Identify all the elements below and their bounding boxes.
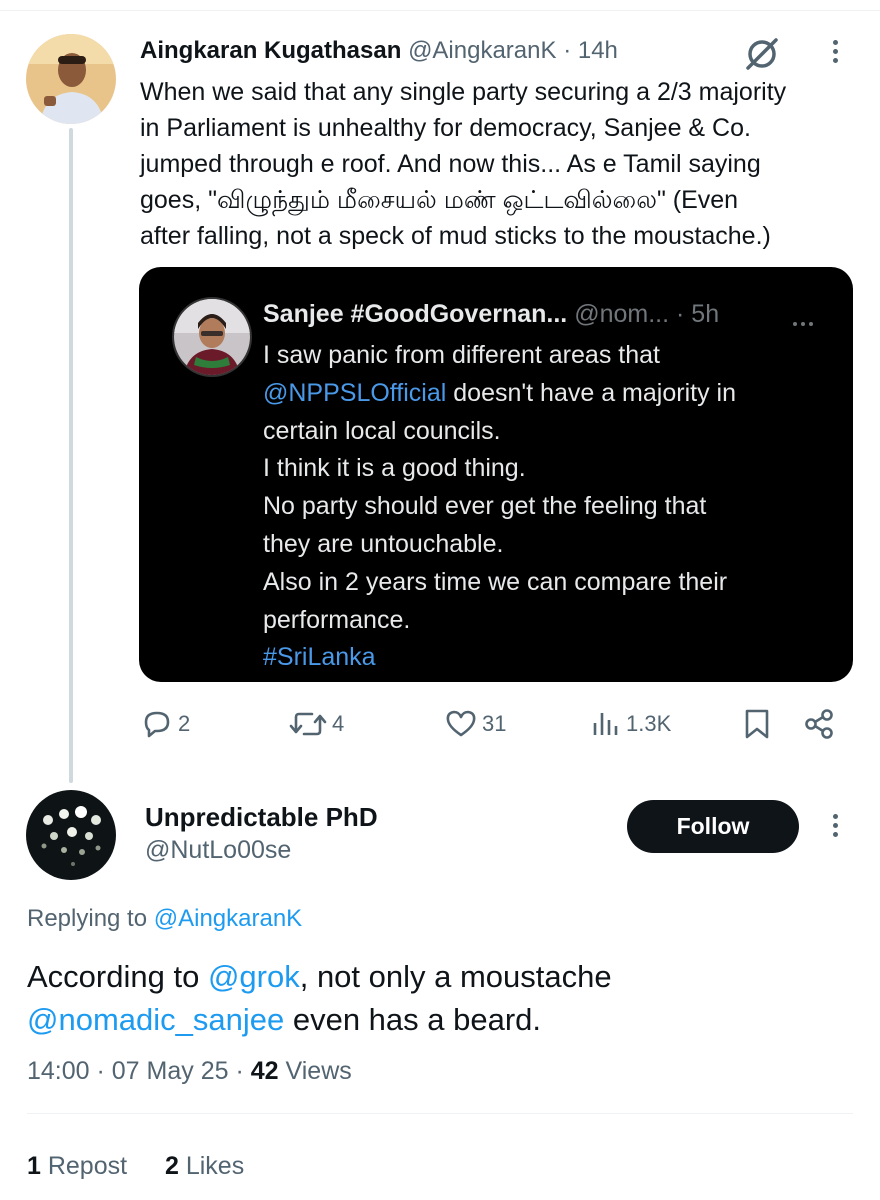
views-icon <box>590 707 622 741</box>
replying-to-prefix: Replying to <box>27 905 154 932</box>
meta-separator: · <box>228 1057 251 1085</box>
reposts-stat[interactable]: 1 Repost <box>27 1152 127 1180</box>
tweet-text-line: goes, "விழுந்தும் மீசையல் மண் ஒட்டவில்லை… <box>140 186 739 214</box>
reply-text: According to @grok, not only a moustache… <box>27 955 847 1041</box>
likes-stat[interactable]: 2 Likes <box>165 1152 244 1180</box>
quoted-header-separator: · <box>676 300 685 328</box>
mention-nppslofficial[interactable]: @NPPSLOfficial <box>263 379 446 407</box>
top-divider <box>0 10 880 11</box>
grok-icon[interactable] <box>742 34 782 74</box>
more-vertical-icon[interactable] <box>828 36 842 67</box>
reposts-count: 1 <box>27 1152 41 1180</box>
reply-views-label: Views <box>278 1057 352 1085</box>
reply-text-fragment: even has a beard. <box>284 1002 542 1037</box>
views-count: 1.3K <box>626 711 672 736</box>
reply-text-fragment: , not only a moustache <box>299 959 612 994</box>
reply-count: 2 <box>178 711 191 736</box>
repost-action[interactable]: 4 <box>288 704 344 744</box>
author-avatar[interactable] <box>26 34 116 124</box>
reply-text-line: @nomadic_sanjee even has a beard. <box>27 998 847 1041</box>
views-action[interactable]: 1.3K <box>590 704 671 744</box>
quoted-text-line: #SriLanka <box>263 639 843 677</box>
repost-icon <box>288 707 328 741</box>
reposts-label: Repost <box>40 1152 128 1180</box>
reply-author-avatar[interactable] <box>26 790 116 880</box>
thread-connector-line <box>69 128 73 783</box>
quoted-text-line: performance. <box>263 605 411 634</box>
reply-views-count: 42 <box>250 1057 279 1085</box>
quoted-tweet-text: I saw panic from different areas that @N… <box>263 337 843 677</box>
quoted-author-handle[interactable]: @nom... <box>574 300 669 328</box>
share-icon[interactable] <box>802 704 836 744</box>
bookmark-icon[interactable] <box>742 704 772 744</box>
quoted-text-line: I saw panic from different areas that <box>263 341 660 369</box>
divider <box>27 1113 853 1114</box>
author-name[interactable]: Aingkaran Kugathasan <box>140 37 401 64</box>
meta-separator: · <box>89 1057 112 1085</box>
quoted-text-line: I think it is a good thing. <box>263 454 526 483</box>
follow-button[interactable]: Follow <box>627 800 799 853</box>
repost-count: 4 <box>332 711 345 736</box>
like-count: 31 <box>482 711 507 736</box>
quoted-text-line: No party should ever get the feeling tha… <box>263 492 707 521</box>
quoted-author-name[interactable]: Sanjee #GoodGovernan... <box>263 300 567 328</box>
reply-text-fragment: According to <box>27 959 208 994</box>
reply-metadata: 14:00 · 07 May 25 · 42 Views <box>27 1054 352 1088</box>
quoted-text-line: certain local councils. <box>263 416 501 445</box>
quoted-author-avatar[interactable] <box>172 297 252 377</box>
like-icon <box>444 707 478 741</box>
quoted-tweet-time[interactable]: 5h <box>691 300 719 328</box>
more-horizontal-icon[interactable] <box>793 313 817 331</box>
reply-author-name[interactable]: Unpredictable PhD <box>145 800 378 834</box>
reply-time[interactable]: 14:00 <box>27 1057 90 1085</box>
reply-date[interactable]: 07 May 25 <box>112 1057 229 1085</box>
quoted-text-line: they are untouchable. <box>263 529 504 558</box>
replying-to-line: Replying to @AingkaranK <box>27 902 302 936</box>
reply-action[interactable]: 2 <box>140 704 190 744</box>
tweet-text-line: When we said that any single party secur… <box>140 78 787 106</box>
tweet-text-line: after falling, not a speck of mud sticks… <box>140 222 771 250</box>
author-handle[interactable]: @AingkaranK <box>408 37 556 64</box>
hashtag-srilanka[interactable]: #SriLanka <box>263 643 376 671</box>
reply-icon <box>140 707 174 741</box>
tweet-text: When we said that any single party secur… <box>140 74 860 254</box>
tweet-text-line: in Parliament is unhealthy for democracy… <box>140 114 751 142</box>
quoted-text-line: Also in 2 years time we can compare thei… <box>263 567 728 596</box>
likes-label: Likes <box>178 1152 245 1180</box>
reply-engagement-stats: 1 Repost 2 Likes <box>27 1150 244 1182</box>
reply-text-line: According to @grok, not only a moustache <box>27 955 847 998</box>
tweet-text-line: jumped through e roof. And now this... A… <box>140 150 761 178</box>
mention-nomadic-sanjee[interactable]: @nomadic_sanjee <box>27 1002 284 1037</box>
quoted-text-fragment: doesn't have a majority in <box>446 378 736 407</box>
reply-author-handle[interactable]: @NutLo00se <box>145 834 291 866</box>
quoted-tweet-header: Sanjee #GoodGovernan... @nom... · 5h <box>263 297 719 331</box>
likes-count: 2 <box>164 1152 179 1180</box>
tweet-header: Aingkaran Kugathasan @AingkaranK · 14h <box>140 36 618 66</box>
quoted-tweet-card[interactable]: Sanjee #GoodGovernan... @nom... · 5h I s… <box>139 267 853 682</box>
replying-to-mention[interactable]: @AingkaranK <box>154 905 302 932</box>
like-action[interactable]: 31 <box>444 704 506 744</box>
more-vertical-icon[interactable] <box>828 810 842 841</box>
quoted-text-line: @NPPSLOfficial doesn't have a majority i… <box>263 375 843 413</box>
mention-grok[interactable]: @grok <box>208 959 300 994</box>
tweet-time[interactable]: 14h <box>578 37 618 64</box>
header-separator: · <box>563 37 572 64</box>
